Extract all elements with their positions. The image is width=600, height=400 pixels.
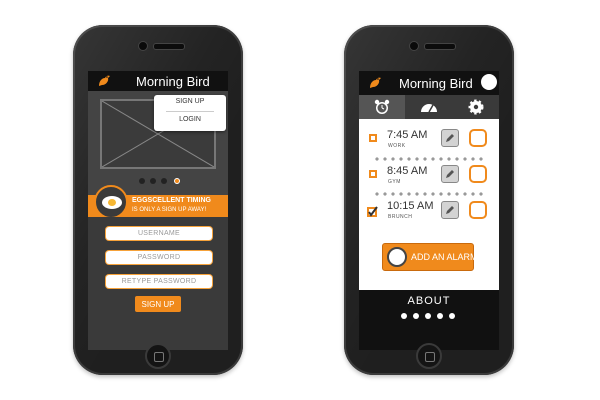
page-dot-3[interactable] <box>425 313 431 319</box>
alarm-3-time: 10:15 AM <box>387 200 434 212</box>
check-icon <box>367 206 378 217</box>
password-placeholder: PASSWORD <box>106 251 212 264</box>
alarm-2-time: 8:45 AM <box>387 165 428 177</box>
right-screen: Morning Bird 7:45 AM WORK 8:45 AM GYM 10… <box>359 71 499 350</box>
pencil-icon <box>446 134 454 142</box>
bird-logo-icon <box>99 75 110 86</box>
alarm-1-time: 7:45 AM <box>387 129 428 141</box>
tab-speed[interactable] <box>406 95 452 119</box>
egg-yolk <box>108 199 116 206</box>
signup-button[interactable]: SIGN UP <box>135 296 181 312</box>
alarm-clock-icon <box>374 99 390 114</box>
left-phone: Morning Bird SIGN UP LOGIN EGGSCELLENT T… <box>73 25 243 375</box>
alarm-separator <box>373 157 487 161</box>
alarm-3-edit-button[interactable] <box>441 201 459 219</box>
tab-alarms[interactable] <box>359 95 405 119</box>
alarm-2-toggle[interactable] <box>469 165 487 183</box>
carousel-dot-3[interactable] <box>161 178 167 184</box>
bird-logo-icon <box>370 77 381 88</box>
gauge-icon <box>421 104 437 113</box>
signup-button-label: SIGN UP <box>141 299 175 309</box>
front-camera <box>409 41 419 51</box>
pencil-icon <box>446 170 454 178</box>
menu-item-login[interactable]: LOGIN <box>154 116 226 123</box>
pencil-icon <box>446 206 454 214</box>
alarm-1-toggle[interactable] <box>469 129 487 147</box>
alarm-2-edit-button[interactable] <box>441 165 459 183</box>
add-alarm-clock-icon <box>387 247 407 267</box>
profile-circle[interactable] <box>481 74 497 90</box>
egg-icon <box>94 185 128 219</box>
gear-icon <box>468 99 484 115</box>
carousel-dot-1[interactable] <box>139 178 145 184</box>
menu-item-signup[interactable]: SIGN UP <box>154 98 226 105</box>
right-phone: Morning Bird 7:45 AM WORK 8:45 AM GYM 10… <box>344 25 514 375</box>
alarm-separator <box>373 192 487 196</box>
left-screen: Morning Bird SIGN UP LOGIN EGGSCELLENT T… <box>88 71 228 350</box>
add-alarm-button[interactable]: ADD AN ALARM <box>382 243 478 271</box>
app-title: Morning Bird <box>399 75 473 91</box>
app-header: Morning Bird <box>359 71 499 95</box>
earpiece-speaker <box>153 43 185 50</box>
page-dot-4[interactable] <box>437 313 443 319</box>
app-title: Morning Bird <box>136 73 210 89</box>
earpiece-speaker <box>424 43 456 50</box>
alarm-3-label: BRUNCH <box>388 214 413 220</box>
page-dot-1[interactable] <box>401 313 407 319</box>
banner-subtitle: IS ONLY A SIGN UP AWAY! <box>132 207 207 213</box>
carousel-dot-4[interactable] <box>174 178 180 184</box>
front-camera <box>138 41 148 51</box>
tab-settings[interactable] <box>453 95 499 119</box>
menu-divider <box>166 111 214 112</box>
app-header: Morning Bird <box>88 71 228 91</box>
retype-password-field[interactable]: RETYPE PASSWORD <box>105 274 213 289</box>
account-menu: SIGN UP LOGIN <box>154 95 226 131</box>
alarm-3-toggle[interactable] <box>469 201 487 219</box>
alarm-3-checked-icon[interactable] <box>367 204 378 217</box>
alarm-1-checkbox[interactable] <box>369 134 377 142</box>
home-button[interactable] <box>416 343 442 369</box>
page-dot-5[interactable] <box>449 313 455 319</box>
home-button[interactable] <box>145 343 171 369</box>
password-field[interactable]: PASSWORD <box>105 250 213 265</box>
page-dot-2[interactable] <box>413 313 419 319</box>
add-alarm-label: ADD AN ALARM <box>411 252 478 262</box>
alarm-1-edit-button[interactable] <box>441 129 459 147</box>
alarm-2-checkbox[interactable] <box>369 170 377 178</box>
alarm-2-label: GYM <box>388 179 401 185</box>
banner-title: EGGSCELLENT TIMING <box>132 197 211 204</box>
username-placeholder: USERNAME <box>106 227 212 240</box>
about-link[interactable]: ABOUT <box>359 295 499 307</box>
username-field[interactable]: USERNAME <box>105 226 213 241</box>
alarm-1-label: WORK <box>388 143 406 149</box>
retype-password-placeholder: RETYPE PASSWORD <box>106 275 212 288</box>
carousel-dot-2[interactable] <box>150 178 156 184</box>
